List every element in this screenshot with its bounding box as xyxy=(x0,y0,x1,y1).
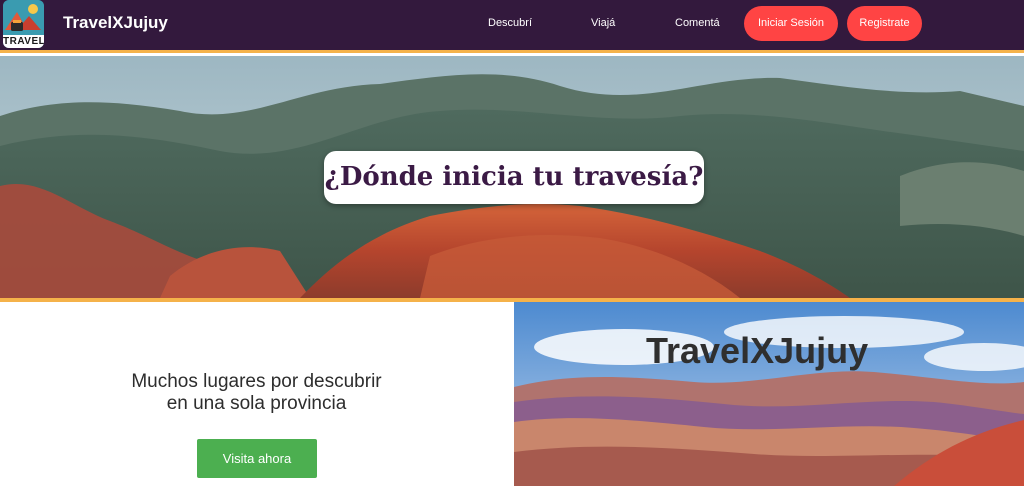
brand-name[interactable]: TravelXJujuy xyxy=(63,13,168,33)
nav-link-comenta[interactable]: Comentá xyxy=(675,17,720,29)
promo-line-1: Muchos lugares por descubrir xyxy=(131,371,382,392)
panel-title: TravelXJujuy xyxy=(646,330,869,371)
hero-title: ¿Dónde inicia tu travesía? xyxy=(324,151,704,204)
register-button[interactable]: Registrate xyxy=(847,6,922,41)
visit-now-button[interactable]: Visita ahora xyxy=(197,439,317,478)
travel-logo[interactable]: TRAVEL xyxy=(3,0,44,48)
nav-link-descubri[interactable]: Descubrí xyxy=(488,17,532,29)
logo-label: TRAVEL xyxy=(3,35,44,48)
promo-line-2: en una sola provincia xyxy=(166,393,347,414)
top-navbar: TRAVEL TravelXJujuy Descubrí Viajá Comen… xyxy=(0,0,1024,53)
login-button[interactable]: Iniciar Sesión xyxy=(744,6,838,41)
promo-text: Muchos lugares por descubrir en una sola… xyxy=(0,371,513,415)
nav-link-viaja[interactable]: Viajá xyxy=(591,17,615,29)
